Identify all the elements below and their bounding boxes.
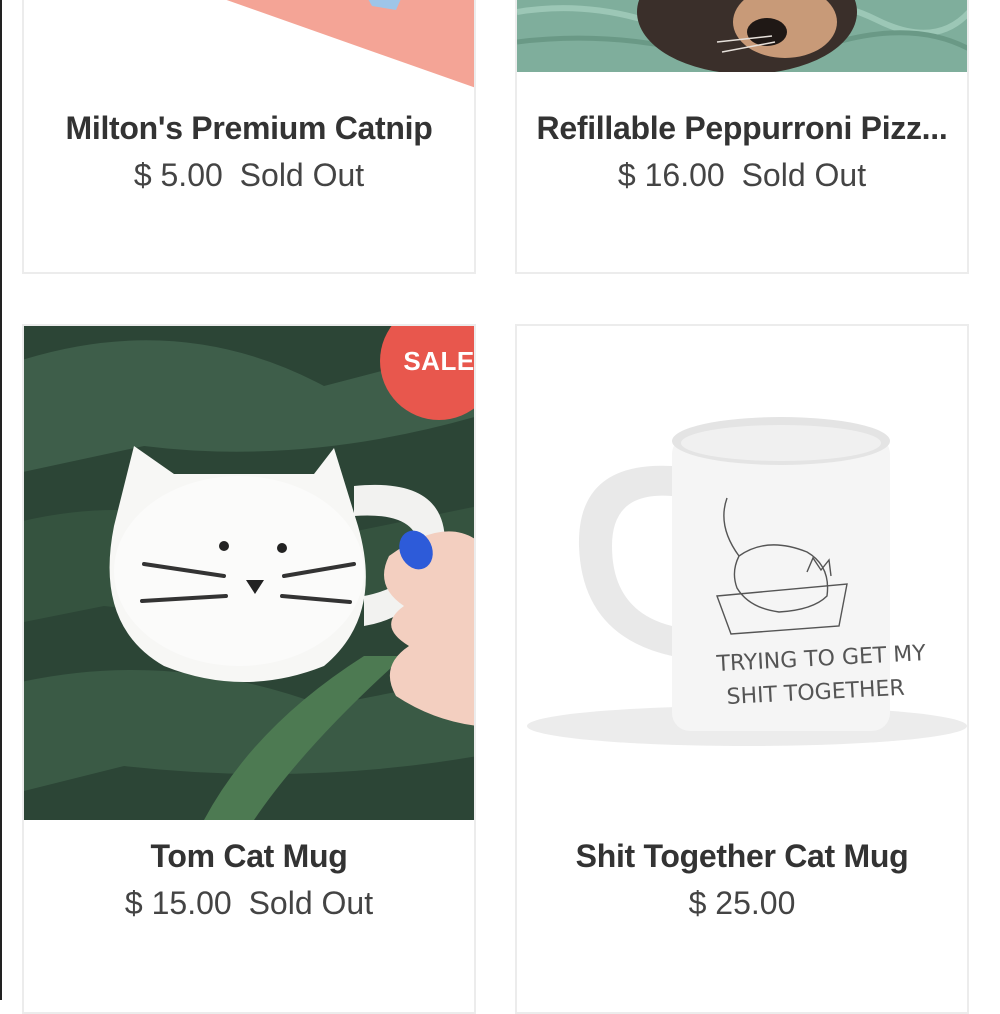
product-image-catnip[interactable] <box>24 0 474 88</box>
product-card-pizza[interactable]: Refillable Peppurroni Pizz... $ 16.00 So… <box>515 0 969 274</box>
left-edge-divider <box>0 0 2 1000</box>
sold-out-label: Sold Out <box>741 157 867 193</box>
product-price: $ 5.00 <box>133 157 223 193</box>
sold-out-label: Sold Out <box>248 885 374 921</box>
product-title[interactable]: Refillable Peppurroni Pizz... <box>517 110 967 147</box>
product-title[interactable]: Milton's Premium Catnip <box>24 110 474 147</box>
product-title[interactable]: Tom Cat Mug <box>24 838 474 875</box>
product-card-shit-together-mug[interactable]: TRYING TO GET MY SHIT TOGETHER Shit Toge… <box>515 324 969 1014</box>
product-price: $ 25.00 <box>688 885 796 921</box>
product-image-shit-together-mug[interactable]: TRYING TO GET MY SHIT TOGETHER <box>517 326 967 820</box>
product-card-miltons-catnip[interactable]: Milton's Premium Catnip $ 5.00 Sold Out <box>22 0 476 274</box>
product-price: $ 16.00 <box>617 157 725 193</box>
product-title[interactable]: Shit Together Cat Mug <box>517 838 967 875</box>
product-image-pizza[interactable] <box>517 0 967 72</box>
product-price: $ 15.00 <box>124 885 232 921</box>
product-card-tom-cat-mug[interactable]: SALE Tom Cat Mug $ 15.00 Sold Out <box>22 324 476 1014</box>
sold-out-label: Sold Out <box>239 157 365 193</box>
